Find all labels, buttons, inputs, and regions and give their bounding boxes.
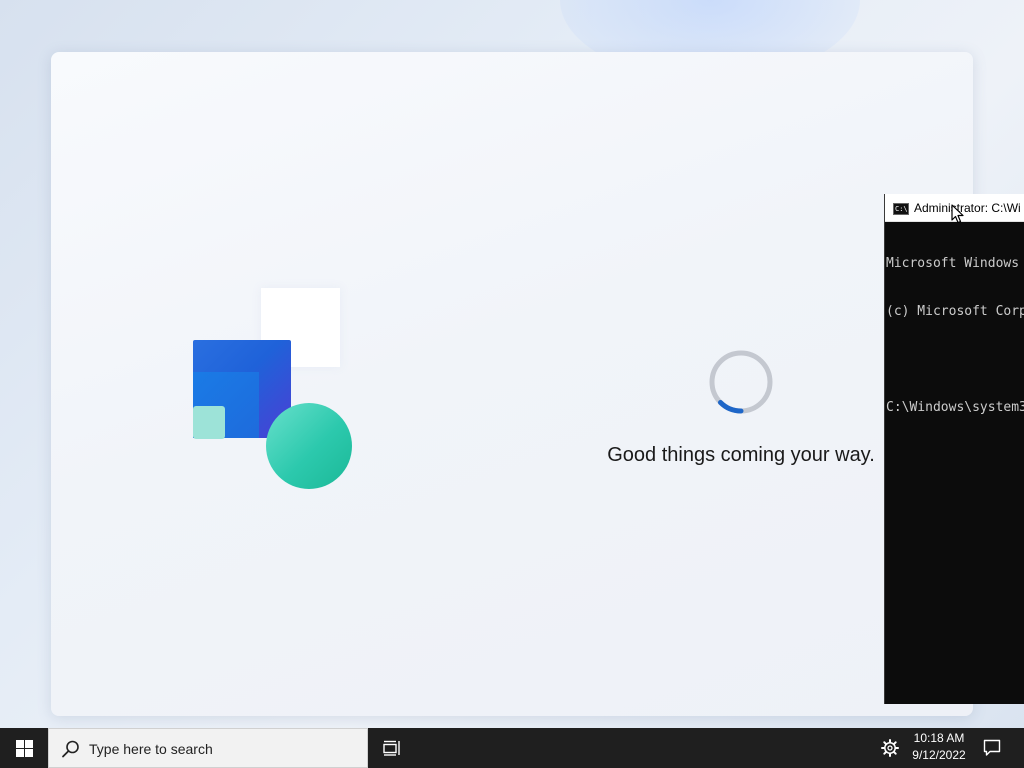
clock-date: 9/12/2022: [912, 748, 966, 762]
windows-logo-icon: [15, 739, 33, 757]
console-title-bar[interactable]: C:\ Administrator: C:\Wi: [885, 194, 1024, 224]
loading-spinner-icon: [709, 350, 773, 414]
hero-teal-circle: [266, 403, 352, 489]
search-icon: [62, 740, 79, 758]
gear-icon: [881, 739, 899, 757]
console-line: Microsoft Windows: [886, 256, 1020, 271]
console-title: Administrator: C:\Wi: [914, 201, 1021, 215]
task-view-button[interactable]: [372, 728, 412, 768]
hero-illustration: [191, 286, 356, 491]
taskbar-clock[interactable]: 10:18 AM 9/12/2022: [906, 730, 972, 766]
console-line: (c) Microsoft Corp: [886, 304, 1024, 319]
task-view-icon: [383, 740, 400, 756]
command-prompt-icon: C:\: [893, 203, 909, 215]
setup-panel: Good things coming your way.: [51, 52, 973, 716]
command-prompt-window[interactable]: C:\ Administrator: C:\Wi Microsoft Windo…: [884, 194, 1024, 704]
mouse-cursor-icon: [951, 204, 964, 224]
start-button[interactable]: [0, 728, 48, 768]
console-output[interactable]: Microsoft Windows (c) Microsoft Corp C:\…: [885, 222, 1024, 448]
console-prompt-line: C:\Windows\system3: [886, 400, 1024, 415]
notification-center-button[interactable]: [978, 728, 1006, 768]
status-message: Good things coming your way.: [607, 444, 875, 466]
taskbar: Type here to search 10:18 AM 9/12/2022: [0, 728, 1024, 768]
settings-tray-button[interactable]: [876, 728, 904, 768]
notification-center-icon: [983, 739, 1001, 756]
clock-time: 10:18 AM: [913, 731, 965, 745]
hero-mint-square: [193, 406, 225, 439]
taskbar-search-box[interactable]: Type here to search: [48, 728, 368, 768]
search-placeholder: Type here to search: [89, 741, 213, 757]
